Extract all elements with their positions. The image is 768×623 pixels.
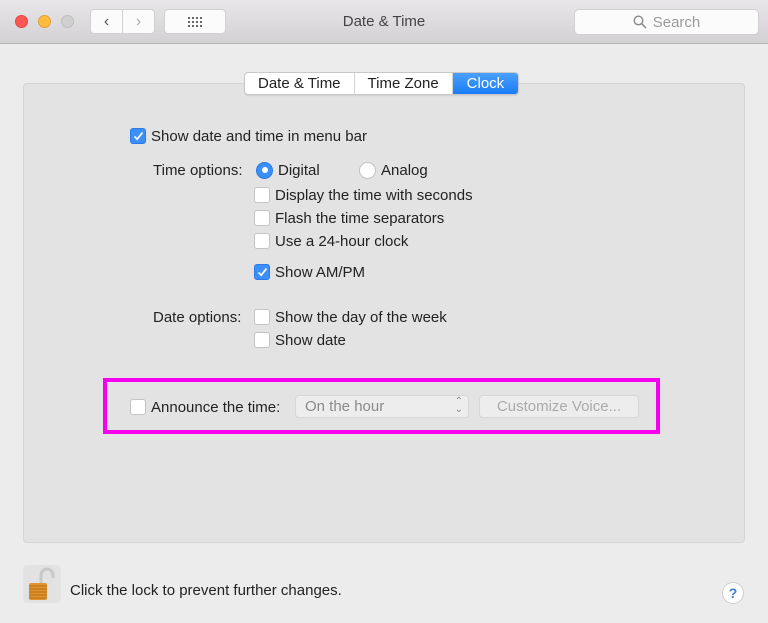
announce-interval-select[interactable]: On the hour ⌃ ⌄ [295, 395, 469, 418]
flash-separators-row[interactable]: Flash the time separators [254, 208, 444, 228]
customize-voice-button[interactable]: Customize Voice... [479, 395, 639, 418]
tab-date-time[interactable]: Date & Time [245, 73, 355, 94]
search-placeholder: Search [652, 13, 701, 31]
tab-bar: Date & Time Time Zone Clock [244, 72, 520, 95]
show-in-menu-bar-row[interactable]: Show date and time in menu bar [130, 126, 367, 146]
day-of-week-label: Show the day of the week [275, 308, 447, 326]
flash-separators-label: Flash the time separators [275, 209, 445, 227]
analog-option[interactable]: Analog [359, 160, 428, 180]
time-options-label: Time options: [153, 160, 242, 180]
show-ampm-checkbox[interactable] [254, 264, 270, 280]
search-field[interactable]: Search [574, 9, 759, 35]
day-of-week-checkbox[interactable] [254, 309, 270, 325]
lock-message: Click the lock to prevent further change… [70, 582, 342, 599]
tab-time-zone[interactable]: Time Zone [355, 73, 453, 94]
lock-button[interactable] [23, 565, 61, 603]
announce-row[interactable]: Announce the time: [130, 397, 280, 417]
tab-clock[interactable]: Clock [452, 73, 519, 94]
announce-interval-value: On the hour [305, 398, 385, 415]
show-ampm-label: Show AM/PM [275, 263, 366, 281]
show-date-label: Show date [275, 331, 346, 349]
show-in-menu-bar-checkbox[interactable] [130, 128, 146, 144]
date-options-label: Date options: [153, 307, 241, 327]
date-options-text: Date options: [153, 308, 242, 326]
digital-label: Digital [278, 161, 320, 179]
analog-radio[interactable] [359, 161, 376, 179]
digital-option[interactable]: Digital [256, 160, 320, 180]
flash-separators-checkbox[interactable] [254, 210, 270, 226]
24-hour-label: Use a 24-hour clock [275, 232, 409, 250]
title-bar: ‹ › Date & Time Search [0, 0, 768, 44]
show-date-checkbox[interactable] [254, 332, 270, 348]
show-in-menu-bar-label: Show date and time in menu bar [151, 127, 367, 145]
help-button[interactable]: ? [722, 582, 744, 604]
24-hour-row[interactable]: Use a 24-hour clock [254, 231, 408, 251]
seconds-row[interactable]: Display the time with seconds [254, 185, 473, 205]
checkmark-icon [257, 267, 267, 277]
announce-label: Announce the time: [151, 398, 281, 416]
announce-checkbox[interactable] [130, 399, 146, 415]
time-options-text: Time options: [153, 161, 243, 179]
24-hour-checkbox[interactable] [254, 233, 270, 249]
seconds-label: Display the time with seconds [275, 186, 473, 204]
search-icon [633, 15, 647, 29]
show-ampm-row[interactable]: Show AM/PM [254, 262, 365, 282]
analog-label: Analog [381, 161, 428, 179]
seconds-checkbox[interactable] [254, 187, 270, 203]
unlocked-padlock-icon [29, 567, 55, 600]
show-date-row[interactable]: Show date [254, 330, 346, 350]
day-of-week-row[interactable]: Show the day of the week [254, 307, 447, 327]
digital-radio[interactable] [256, 161, 273, 179]
updown-arrows-icon: ⌃ ⌄ [454, 396, 463, 415]
checkmark-icon [133, 131, 143, 141]
